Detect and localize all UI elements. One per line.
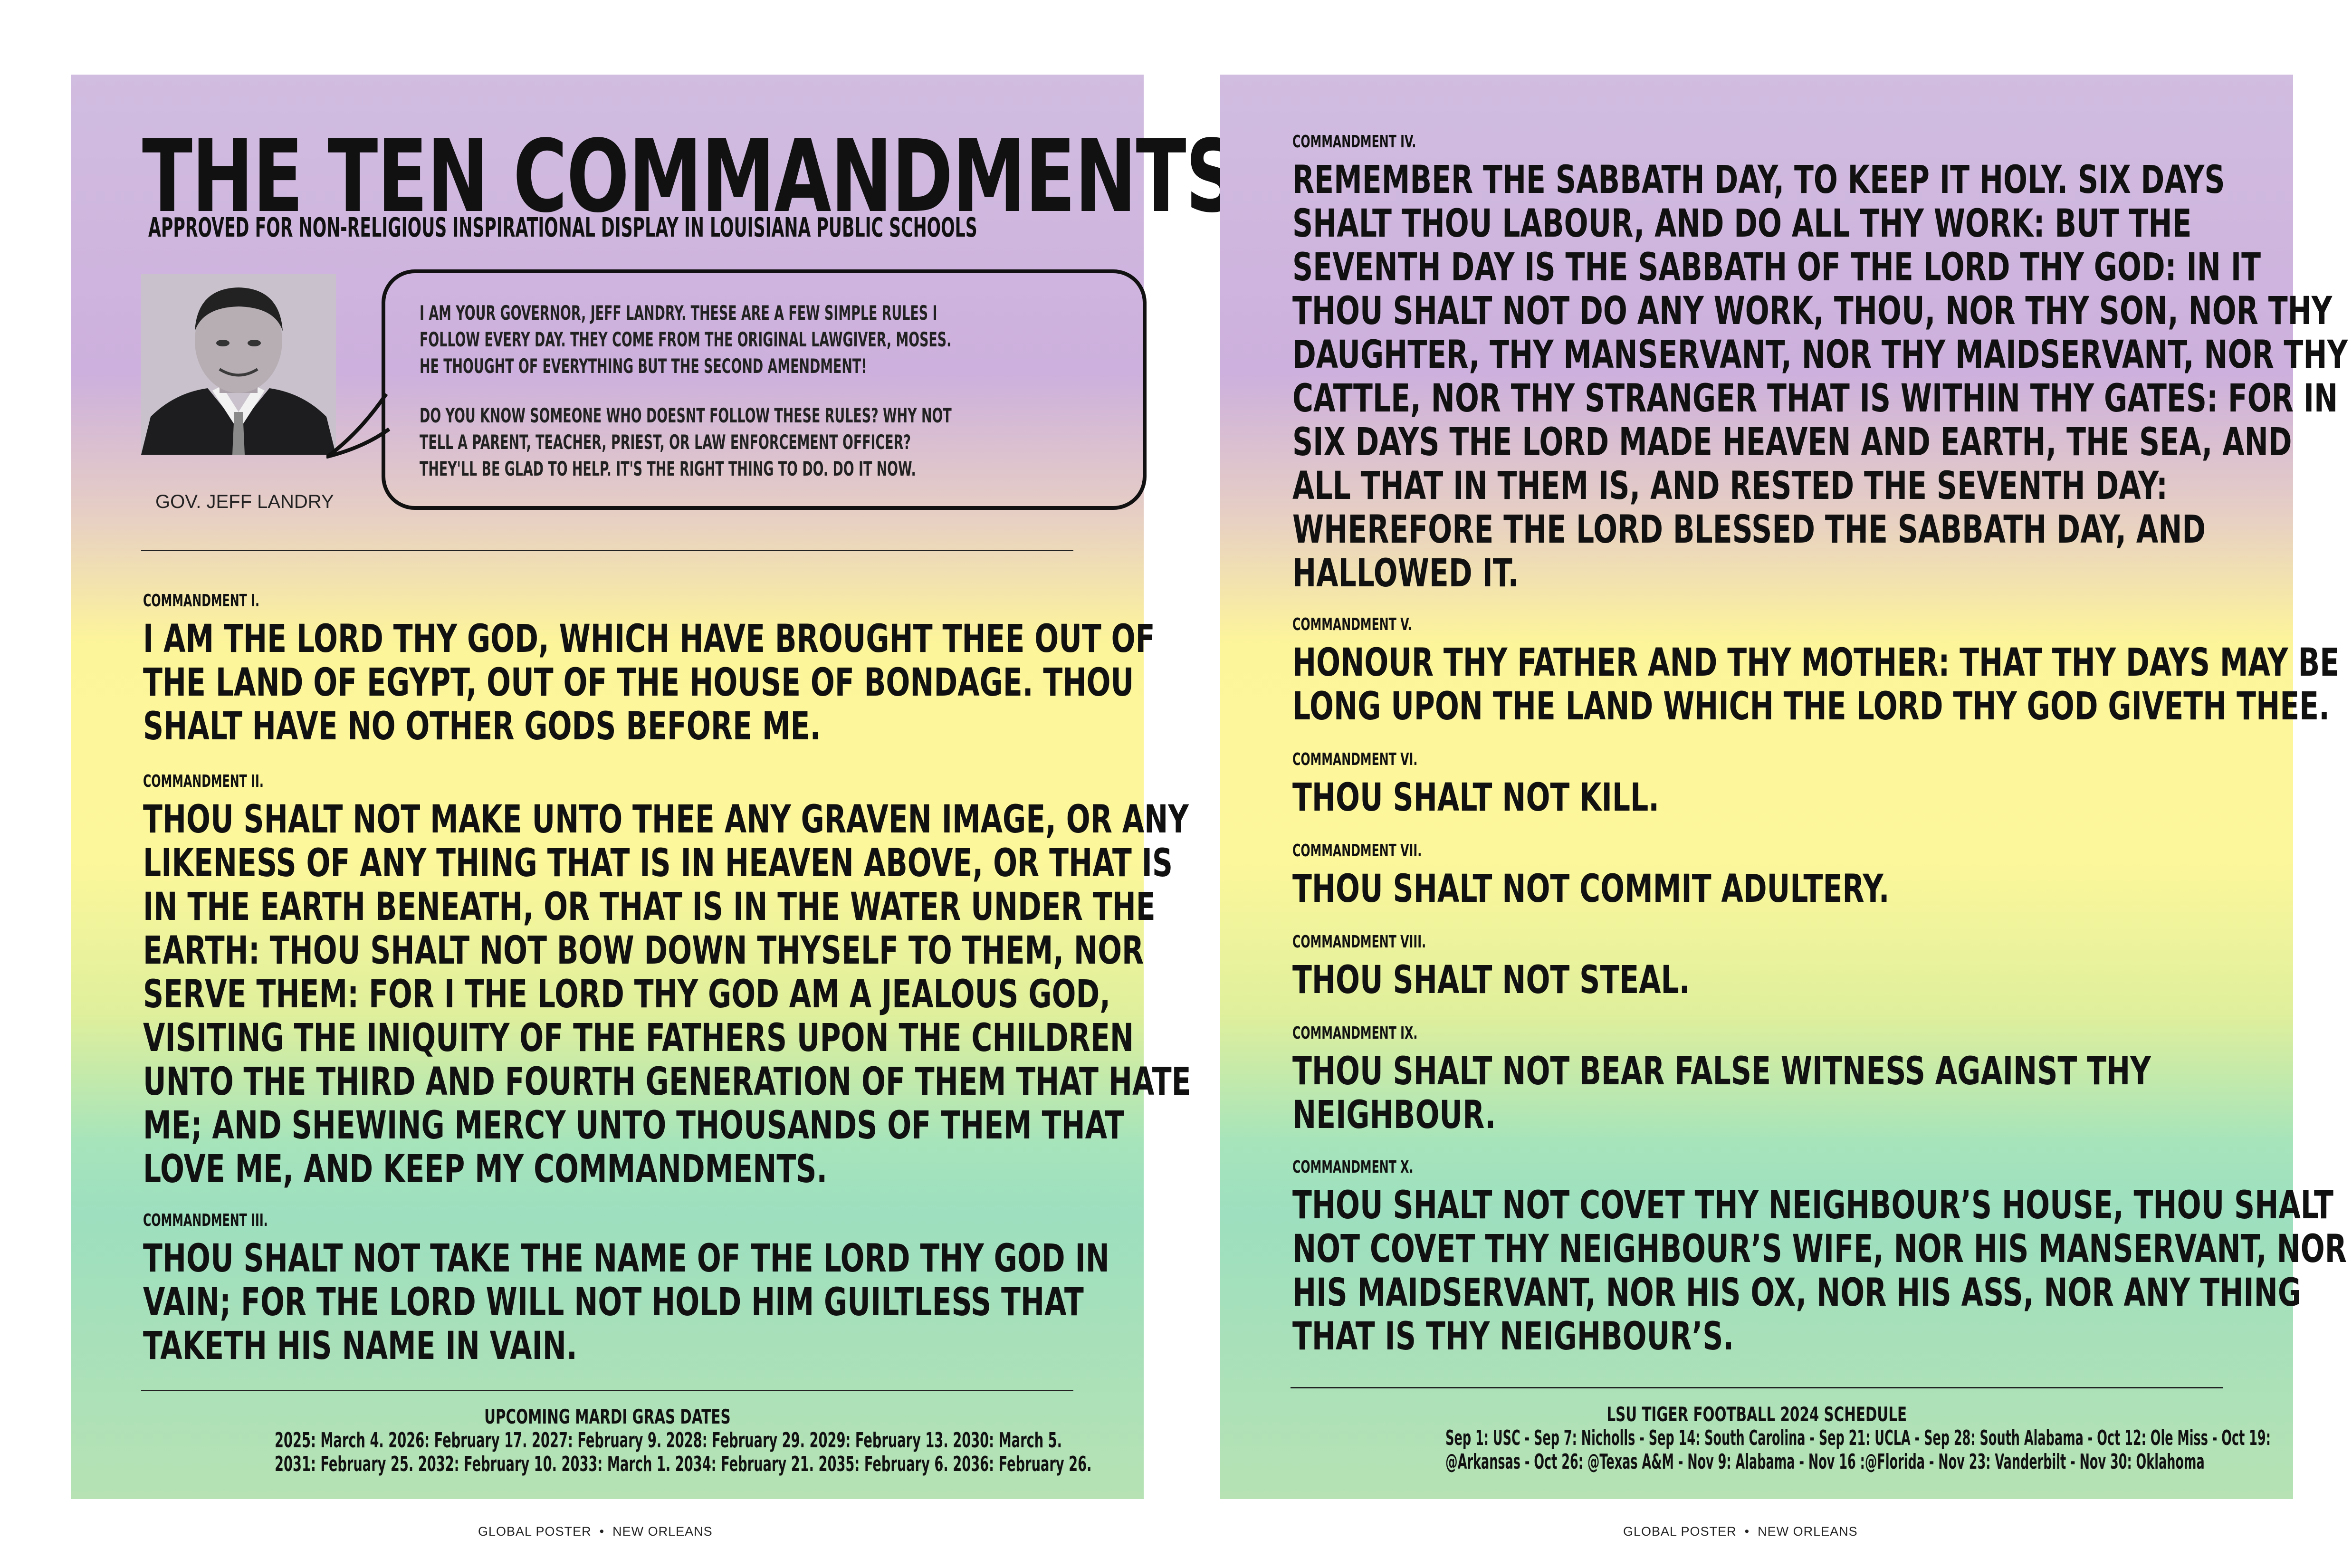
- commandment-label: COMMANDMENT III.: [143, 1211, 268, 1230]
- credit-city: NEW ORLEANS: [612, 1524, 713, 1539]
- footer-title: LSU TIGER FOOTBALL 2024 SCHEDULE: [1606, 1403, 1907, 1426]
- poster-title: THE TEN COMMANDMENTS: [142, 118, 1239, 235]
- commandment-label: COMMANDMENT IX.: [1292, 1023, 1418, 1043]
- football-schedule: LSU TIGER FOOTBALL 2024 SCHEDULE Sep 1: …: [1220, 1403, 2293, 1474]
- commandment-block: COMMANDMENT VIII. THOU SHALT NOT STEAL.: [1292, 932, 1829, 1003]
- poster-subtitle: APPROVED FOR NON-RELIGIOUS INSPIRATIONAL…: [148, 212, 977, 243]
- footer-line: Sep 1: USC - Sep 7: Nicholls - Sep 14: S…: [1445, 1426, 2271, 1450]
- footer-title: UPCOMING MARDI GRAS DATES: [484, 1405, 731, 1428]
- portrait-caption: GOV. JEFF LANDRY: [155, 491, 334, 512]
- governor-portrait: [141, 274, 336, 455]
- commandment-block: COMMANDMENT VI. THOU SHALT NOT KILL.: [1292, 750, 1788, 820]
- divider: [141, 550, 1073, 551]
- bubble-paragraph: I AM YOUR GOVERNOR, JEFF LANDRY. THESE A…: [420, 301, 952, 378]
- commandment-text: THOU SHALT NOT STEAL.: [1292, 958, 1690, 1003]
- bullet-icon: •: [1740, 1524, 1754, 1539]
- commandment-label: COMMANDMENT II.: [143, 772, 264, 791]
- commandment-block: COMMANDMENT X. THOU SHALT NOT COVET THY …: [1292, 1157, 2352, 1359]
- commandment-block: COMMANDMENT IX. THOU SHALT NOT BEAR FALS…: [1292, 1023, 2352, 1138]
- footer-line: @Arkansas - Oct 26: @Texas A&M - Nov 9: …: [1445, 1450, 2205, 1474]
- commandment-text: THOU SHALT NOT MAKE UNTO THEE ANY GRAVEN…: [143, 797, 1191, 1192]
- commandment-label: COMMANDMENT X.: [1292, 1157, 1414, 1177]
- divider: [1291, 1387, 2223, 1388]
- commandment-text: THOU SHALT NOT TAKE THE NAME OF THE LORD…: [143, 1236, 1109, 1368]
- divider: [141, 1390, 1073, 1391]
- commandment-text: HONOUR THY FATHER AND THY MOTHER: THAT T…: [1292, 641, 2340, 729]
- speech-bubble: I AM YOUR GOVERNOR, JEFF LANDRY. THESE A…: [382, 269, 1147, 510]
- credit-name: GLOBAL POSTER: [478, 1524, 592, 1539]
- commandment-block: COMMANDMENT VII. THOU SHALT NOT COMMIT A…: [1292, 841, 2099, 911]
- commandment-label: COMMANDMENT V.: [1292, 615, 1412, 634]
- mardi-gras-dates: UPCOMING MARDI GRAS DATES 2025: March 4.…: [71, 1405, 1144, 1476]
- commandment-text: I AM THE LORD THY GOD, WHICH HAVE BROUGH…: [143, 617, 1155, 749]
- poster-left: THE TEN COMMANDMENTS APPROVED FOR NON-RE…: [71, 75, 1239, 1499]
- commandment-label: COMMANDMENT VI.: [1292, 750, 1418, 769]
- commandment-block: COMMANDMENT V. HONOUR THY FATHER AND THY…: [1292, 615, 2352, 729]
- credit-city: NEW ORLEANS: [1758, 1524, 1858, 1539]
- printer-credit: GLOBAL POSTER • NEW ORLEANS: [1623, 1524, 1858, 1539]
- commandment-label: COMMANDMENT VII.: [1292, 841, 1422, 860]
- footer-line: 2025: March 4. 2026: February 17. 2027: …: [275, 1428, 1062, 1453]
- commandment-text: REMEMBER THE SABBATH DAY, TO KEEP IT HOL…: [1292, 158, 2348, 596]
- printer-credit: GLOBAL POSTER • NEW ORLEANS: [478, 1524, 713, 1539]
- commandment-text: THOU SHALT NOT COVET THY NEIGHBOUR’S HOU…: [1292, 1183, 2347, 1359]
- bubble-paragraph: DO YOU KNOW SOMEONE WHO DOESNT FOLLOW TH…: [420, 404, 952, 480]
- commandment-text: THOU SHALT NOT COMMIT ADULTERY.: [1292, 867, 1890, 911]
- footer-line: 2031: February 25. 2032: February 10. 20…: [275, 1452, 1092, 1476]
- commandment-text: THOU SHALT NOT BEAR FALSE WITNESS AGAINS…: [1292, 1049, 2151, 1138]
- commandment-label: COMMANDMENT VIII.: [1292, 932, 1426, 952]
- commandment-block: COMMANDMENT IV. REMEMBER THE SABBATH DAY…: [1292, 132, 2352, 596]
- commandment-text: THOU SHALT NOT KILL.: [1292, 775, 1660, 820]
- bullet-icon: •: [595, 1524, 609, 1539]
- commandment-label: COMMANDMENT I.: [143, 591, 260, 611]
- credit-name: GLOBAL POSTER: [1623, 1524, 1737, 1539]
- commandment-label: COMMANDMENT IV.: [1292, 132, 1416, 152]
- poster-right: COMMANDMENT IV. REMEMBER THE SABBATH DAY…: [1220, 75, 2348, 1499]
